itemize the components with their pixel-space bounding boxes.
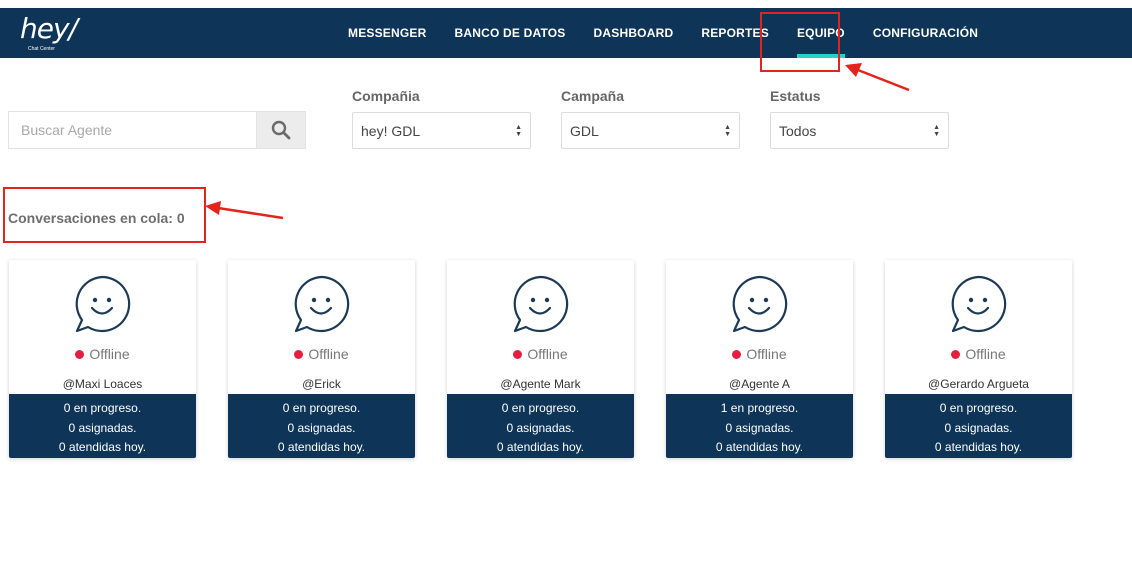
annotation-box-equipo (760, 12, 840, 72)
stat-attended-today: 0 atendidas hoy. (496, 440, 585, 454)
search-button[interactable] (256, 111, 306, 149)
agent-status-label: Offline (308, 346, 349, 362)
agent-stats: 0 en progreso. 0 asignadas. 0 atendidas … (885, 394, 1072, 458)
agent-card[interactable]: Offline @Gerardo Argueta 0 en progreso. … (885, 260, 1072, 458)
agent-name: @Maxi Loaces (62, 377, 143, 391)
stat-in-progress: 0 en progreso. (282, 401, 361, 415)
offline-dot-icon (75, 350, 85, 359)
campana-select-value: GDL (570, 122, 599, 139)
estatus-select-value: Todos (779, 122, 817, 139)
compania-select-value: hey! GDL (361, 122, 421, 139)
estatus-select[interactable]: Todos ▲ ▼ (770, 112, 949, 149)
agent-stats: 0 en progreso. 0 asignadas. 0 atendidas … (9, 394, 196, 458)
offline-dot-icon (513, 350, 523, 359)
agent-name: @Agente A (729, 377, 790, 391)
chat-smiley-icon (732, 275, 788, 333)
stat-assigned: 0 asignadas. (68, 420, 137, 435)
campana-select[interactable]: GDL ▲ ▼ (561, 112, 740, 149)
stat-assigned: 0 asignadas. (944, 420, 1013, 435)
search-agent-input[interactable] (8, 111, 256, 149)
arrow-head-icon (845, 63, 862, 77)
logo-text: hey/ (20, 12, 78, 45)
filter-estatus-label: Estatus (770, 88, 821, 104)
annotation-box-queue (3, 187, 206, 243)
stat-in-progress: 1 en progreso. (720, 401, 799, 415)
hey-logo[interactable]: hey/ Chat Center (20, 14, 90, 54)
agent-stats: 0 en progreso. 0 asignadas. 0 atendidas … (447, 394, 634, 458)
filter-compania-label: Compañia (352, 88, 420, 104)
agent-card[interactable]: Offline @Maxi Loaces 0 en progreso. 0 as… (9, 260, 196, 458)
stat-in-progress: 0 en progreso. (63, 401, 142, 415)
search-icon (271, 120, 291, 140)
agent-card[interactable]: Offline @Agente A 1 en progreso. 0 asign… (666, 260, 853, 458)
arrow-head-icon (205, 201, 221, 215)
agent-status-label: Offline (746, 346, 787, 362)
filter-campana: Campaña GDL ▲ ▼ (561, 88, 740, 149)
agent-status: Offline (447, 346, 634, 362)
stat-in-progress: 0 en progreso. (501, 401, 580, 415)
chat-smiley-icon (294, 275, 350, 333)
agent-card[interactable]: Offline @Agente Mark 0 en progreso. 0 as… (447, 260, 634, 458)
agent-status: Offline (228, 346, 415, 362)
agent-search (8, 111, 306, 149)
stat-attended-today: 0 atendidas hoy. (715, 440, 804, 454)
filter-estatus: Estatus Todos ▲ ▼ (770, 88, 949, 149)
agent-status-label: Offline (527, 346, 568, 362)
agent-status-label: Offline (89, 346, 130, 362)
nav-configuracion[interactable]: CONFIGURACIÓN (859, 8, 992, 58)
filter-compania: Compañia hey! GDL ▲ ▼ (352, 88, 531, 149)
select-arrows-icon: ▲ ▼ (515, 123, 522, 138)
filter-campana-label: Campaña (561, 88, 625, 104)
chat-smiley-icon (75, 275, 131, 333)
stat-in-progress: 0 en progreso. (939, 401, 1018, 415)
chat-smiley-icon (951, 275, 1007, 333)
chat-smiley-icon (513, 275, 569, 333)
top-navbar: hey/ Chat Center MESSENGER BANCO DE DATO… (0, 8, 1132, 58)
agent-name: @Erick (302, 377, 341, 391)
stat-assigned: 0 asignadas. (506, 420, 575, 435)
agent-stats: 1 en progreso. 0 asignadas. 0 atendidas … (666, 394, 853, 458)
stat-attended-today: 0 atendidas hoy. (277, 440, 366, 454)
select-arrows-icon: ▲ ▼ (724, 123, 731, 138)
agent-stats: 0 en progreso. 0 asignadas. 0 atendidas … (228, 394, 415, 458)
stat-assigned: 0 asignadas. (287, 420, 356, 435)
agent-status: Offline (666, 346, 853, 362)
agent-status: Offline (9, 346, 196, 362)
stat-attended-today: 0 atendidas hoy. (58, 440, 147, 454)
agent-card[interactable]: Offline @Erick 0 en progreso. 0 asignada… (228, 260, 415, 458)
nav-messenger[interactable]: MESSENGER (334, 8, 440, 58)
arrow-line (217, 206, 284, 220)
logo-subtitle: Chat Center (28, 46, 55, 52)
main-nav: MESSENGER BANCO DE DATOS DASHBOARD REPOR… (334, 8, 992, 58)
nav-dashboard[interactable]: DASHBOARD (580, 8, 688, 58)
offline-dot-icon (951, 350, 961, 359)
offline-dot-icon (294, 350, 304, 359)
agent-name: @Gerardo Argueta (928, 377, 1029, 391)
stat-attended-today: 0 atendidas hoy. (934, 440, 1023, 454)
stat-assigned: 0 asignadas. (725, 420, 794, 435)
offline-dot-icon (732, 350, 742, 359)
arrow-line (857, 68, 910, 92)
compania-select[interactable]: hey! GDL ▲ ▼ (352, 112, 531, 149)
agent-status-label: Offline (965, 346, 1006, 362)
agent-name: @Agente Mark (500, 377, 581, 391)
agent-status: Offline (885, 346, 1072, 362)
select-arrows-icon: ▲ ▼ (933, 123, 940, 138)
nav-banco-de-datos[interactable]: BANCO DE DATOS (440, 8, 579, 58)
